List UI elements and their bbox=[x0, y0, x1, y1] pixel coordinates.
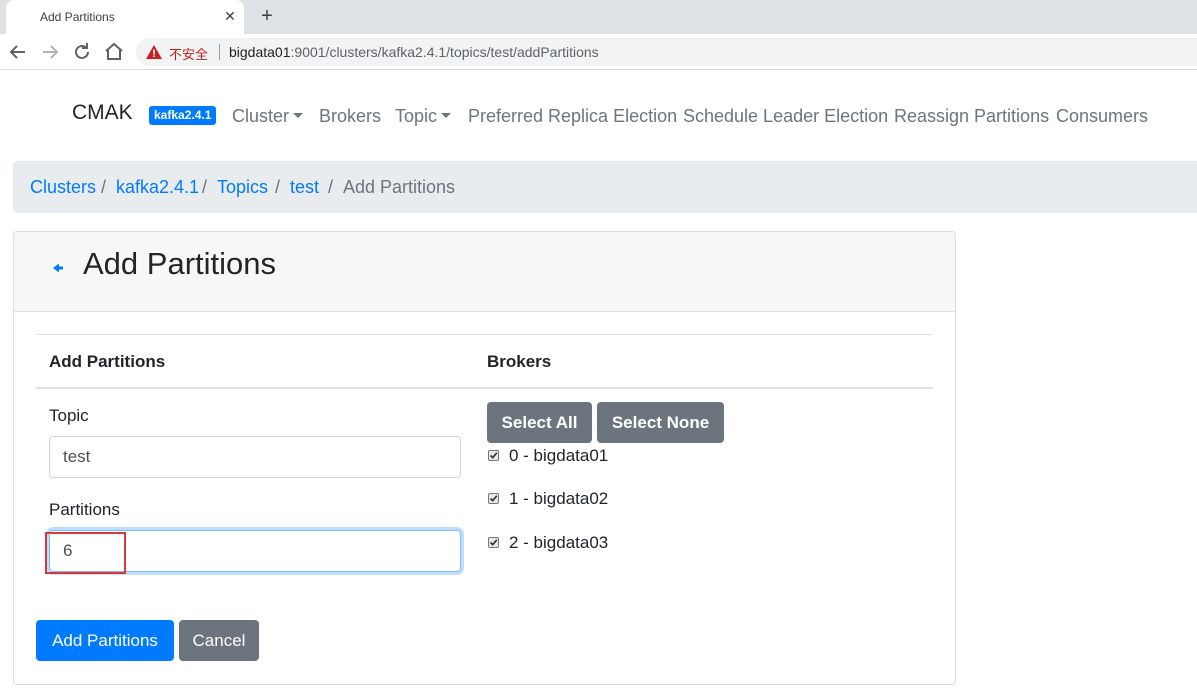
add-partitions-card: Add Partitions Add Partitions Brokers To… bbox=[13, 231, 956, 685]
new-tab-button[interactable]: + bbox=[256, 4, 278, 28]
app-navbar: CMAK kafka2.4.1 Cluster Brokers Topic Pr… bbox=[0, 92, 1197, 142]
back-arrow-icon[interactable] bbox=[50, 260, 66, 276]
check-icon bbox=[489, 539, 498, 546]
check-icon bbox=[489, 495, 498, 502]
browser-tab[interactable]: Add Partitions ✕ bbox=[6, 0, 244, 34]
browser-tabstrip: Add Partitions ✕ + bbox=[0, 0, 1197, 34]
broker-checkbox[interactable] bbox=[488, 537, 499, 548]
table-head-border bbox=[36, 387, 933, 389]
breadcrumb-separator: / bbox=[202, 177, 208, 197]
nav-brokers[interactable]: Brokers bbox=[319, 106, 381, 127]
nav-preferred-replica-election[interactable]: Preferred Replica Election bbox=[468, 106, 677, 127]
omnibox-divider bbox=[219, 44, 220, 60]
breadcrumb-topics[interactable]: Topics bbox=[217, 177, 268, 198]
nav-topic-label: Topic bbox=[395, 106, 438, 126]
select-none-button[interactable]: Select None bbox=[597, 402, 724, 443]
chevron-down-icon bbox=[441, 113, 452, 118]
broker-label: 0 - bigdata01 bbox=[509, 446, 609, 465]
breadcrumb: Clusters / kafka2.4.1 / Topics / test / … bbox=[13, 161, 1197, 213]
breadcrumb-topic[interactable]: test bbox=[290, 177, 319, 198]
reload-icon bbox=[75, 43, 89, 59]
broker-checkbox[interactable] bbox=[488, 493, 499, 504]
broker-label: 2 - bigdata03 bbox=[509, 533, 609, 552]
page-title: Add Partitions bbox=[83, 246, 276, 281]
warning-icon bbox=[146, 45, 162, 59]
partitions-input[interactable] bbox=[49, 530, 461, 572]
table-top-border bbox=[36, 334, 933, 335]
forward-arrow-icon bbox=[43, 45, 59, 59]
nav-cluster-label: Cluster bbox=[232, 106, 290, 126]
chevron-down-icon bbox=[293, 113, 304, 118]
nav-schedule-leader-election[interactable]: Schedule Leader Election bbox=[683, 106, 888, 127]
close-tab-icon[interactable]: ✕ bbox=[220, 6, 240, 26]
breadcrumb-cluster[interactable]: kafka2.4.1 bbox=[116, 177, 199, 198]
nav-consumers[interactable]: Consumers bbox=[1056, 106, 1148, 127]
breadcrumb-separator: / bbox=[275, 177, 281, 197]
check-icon bbox=[489, 452, 498, 459]
breadcrumb-current: Add Partitions bbox=[343, 177, 456, 197]
cluster-badge: kafka2.4.1 bbox=[149, 106, 217, 125]
breadcrumb-separator: / bbox=[101, 177, 107, 197]
security-label[interactable]: 不安全 bbox=[169, 44, 208, 63]
forward-button[interactable] bbox=[38, 40, 62, 64]
back-arrow-icon bbox=[9, 45, 25, 59]
partitions-label: Partitions bbox=[49, 500, 120, 519]
nav-cluster[interactable]: Cluster bbox=[232, 106, 304, 127]
tab-title: Add Partitions bbox=[40, 10, 115, 24]
column-header-add-partitions: Add Partitions bbox=[49, 352, 166, 371]
url-path: :9001/clusters/kafka2.4.1/topics/test/ad… bbox=[290, 44, 599, 60]
address-bar[interactable]: 不安全 bigdata01:9001/clusters/kafka2.4.1/t… bbox=[136, 38, 1197, 66]
topic-label: Topic bbox=[49, 406, 89, 425]
add-partitions-button[interactable]: Add Partitions bbox=[36, 620, 174, 661]
broker-label: 1 - bigdata02 bbox=[509, 489, 609, 508]
select-all-button[interactable]: Select All bbox=[487, 402, 592, 443]
browser-toolbar: 不安全 bigdata01:9001/clusters/kafka2.4.1/t… bbox=[0, 34, 1197, 70]
topic-input[interactable] bbox=[49, 436, 461, 478]
home-button[interactable] bbox=[102, 40, 126, 64]
card-header: Add Partitions bbox=[14, 232, 955, 312]
broker-checkbox[interactable] bbox=[488, 450, 499, 461]
breadcrumb-clusters[interactable]: Clusters bbox=[30, 177, 96, 198]
home-icon bbox=[105, 42, 123, 60]
nav-reassign-partitions[interactable]: Reassign Partitions bbox=[894, 106, 1049, 127]
breadcrumb-separator: / bbox=[328, 177, 334, 197]
url-text[interactable]: bigdata01:9001/clusters/kafka2.4.1/topic… bbox=[229, 44, 599, 60]
reload-button[interactable] bbox=[70, 40, 94, 64]
cancel-button[interactable]: Cancel bbox=[179, 620, 259, 661]
column-header-brokers: Brokers bbox=[487, 352, 552, 371]
back-button[interactable] bbox=[6, 40, 30, 64]
nav-topic[interactable]: Topic bbox=[395, 106, 452, 127]
url-host: bigdata01 bbox=[229, 44, 291, 60]
brand-logo[interactable]: CMAK bbox=[72, 101, 133, 125]
